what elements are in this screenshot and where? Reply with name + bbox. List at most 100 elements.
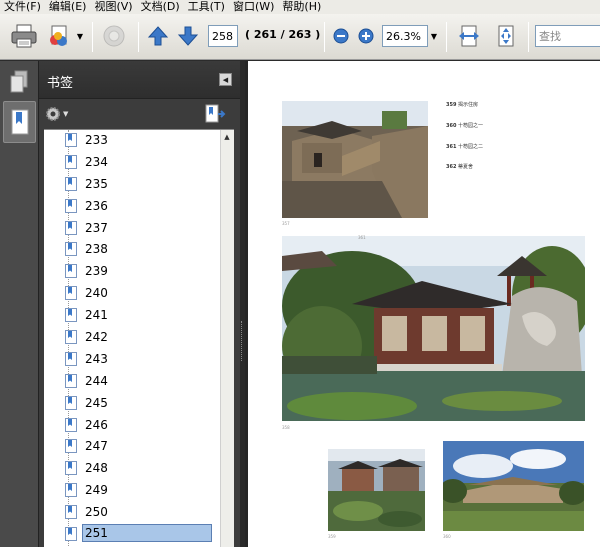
bookmark-icon [65, 242, 77, 257]
bookmark-icon [65, 264, 77, 279]
bookmarks-scrollbar[interactable]: ▲ [220, 130, 234, 547]
bookmark-icon [65, 439, 77, 454]
bookmark-item[interactable]: 248 [44, 458, 220, 480]
bookmark-label: 236 [85, 198, 108, 213]
pages-panel-icon[interactable] [5, 65, 33, 99]
options-gear-icon[interactable]: ▼ [45, 105, 75, 123]
previous-page-icon[interactable] [146, 24, 170, 48]
zoom-out-icon[interactable] [332, 27, 350, 45]
bookmark-label: 237 [85, 220, 108, 235]
bookmarks-toolbar: ▼ [39, 99, 240, 129]
bookmark-icon [65, 351, 77, 366]
document-page: 359 揭示住房 360 十笏园之一 361 十笏园之二 362 蒂夏舍 357 [248, 61, 600, 547]
bookmark-item[interactable]: 251 [44, 524, 220, 546]
bookmark-icon [65, 505, 77, 520]
bookmark-label: 242 [85, 330, 108, 345]
bookmark-item[interactable]: 233 [44, 130, 220, 152]
attach-icon[interactable] [100, 22, 128, 50]
fit-width-icon[interactable] [456, 23, 482, 49]
bookmark-list: 233 234 235 236 237 238 239 240 241 242 243 244 245 2… [44, 130, 220, 546]
bookmark-icon [65, 286, 77, 301]
bookmark-item[interactable]: 245 [44, 393, 220, 415]
photo-number-1: 357 [282, 221, 290, 226]
bookmarks-panel-header: 书签 ◀ [39, 61, 240, 99]
collaborate-dropdown-icon[interactable]: ▼ [74, 25, 86, 47]
menu-edit[interactable]: 编辑(E) [45, 0, 91, 14]
bookmark-icon [65, 373, 77, 388]
bookmark-label: 239 [85, 264, 108, 279]
bookmarks-tree: 233 234 235 236 237 238 239 240 241 242 243 244 245 2… [44, 129, 234, 547]
zoom-in-icon[interactable] [357, 27, 375, 45]
bookmark-item[interactable]: 235 [44, 174, 220, 196]
bookmark-label: 250 [85, 505, 108, 520]
bookmark-item[interactable]: 236 [44, 196, 220, 218]
bookmark-item[interactable]: 241 [44, 305, 220, 327]
bookmark-icon [65, 527, 77, 542]
search-input[interactable]: 查找 [535, 25, 600, 47]
bookmark-icon [65, 330, 77, 345]
caption-3: 361 十笏园之二 [446, 144, 484, 150]
bookmarks-panel-icon[interactable] [3, 101, 36, 143]
photo-garden-buildings [328, 449, 425, 531]
zoom-dropdown-icon[interactable]: ▼ [428, 25, 440, 47]
menu-help[interactable]: 帮助(H) [278, 0, 325, 14]
bookmark-label: 238 [85, 242, 108, 257]
bookmark-label: 246 [85, 417, 108, 432]
bookmark-item[interactable]: 234 [44, 152, 220, 174]
bookmark-item[interactable]: 239 [44, 261, 220, 283]
bookmark-label: 241 [85, 308, 108, 323]
full-screen-icon[interactable] [493, 23, 519, 49]
photo-village-landscape [443, 441, 584, 531]
bookmark-label: 233 [85, 133, 108, 147]
bookmark-item[interactable]: 249 [44, 480, 220, 502]
bookmark-label: 244 [85, 373, 108, 388]
bookmark-label: 240 [85, 286, 108, 301]
menu-view[interactable]: 视图(V) [90, 0, 136, 14]
collapse-panel-button[interactable]: ◀ [219, 73, 232, 86]
page-number-input[interactable]: 258 [208, 25, 238, 47]
menu-bar: 文件(F) 编辑(E) 视图(V) 文档(D) 工具(T) 窗口(W) 帮助(H… [0, 0, 600, 14]
bookmark-item[interactable]: 243 [44, 349, 220, 371]
bookmark-icon [65, 176, 77, 191]
bookmark-item[interactable]: 250 [44, 502, 220, 524]
bookmark-icon [65, 154, 77, 169]
bookmark-icon [65, 198, 77, 213]
bookmark-label: 249 [85, 483, 108, 498]
page-count: ( 261 / 263 ) [245, 28, 321, 41]
scroll-up-icon[interactable]: ▲ [221, 131, 233, 143]
bookmark-item[interactable]: 242 [44, 327, 220, 349]
bookmark-icon [65, 461, 77, 476]
bookmark-item[interactable]: 238 [44, 239, 220, 261]
new-bookmark-icon[interactable] [204, 104, 226, 124]
photo-stone-houses [282, 101, 428, 218]
bookmark-icon [65, 133, 77, 147]
bookmark-item[interactable]: 246 [44, 415, 220, 437]
caption-4: 362 蒂夏舍 [446, 164, 474, 170]
zoom-input[interactable]: 26.3% [382, 25, 428, 47]
bookmark-item[interactable]: 237 [44, 218, 220, 240]
caption-1: 359 揭示住房 [446, 102, 479, 108]
photo-number-4: 360 [443, 534, 451, 539]
document-view: 359 揭示住房 360 十笏园之一 361 十笏园之二 362 蒂夏舍 357 [245, 61, 600, 547]
bookmark-label: 235 [85, 176, 108, 191]
menu-tools[interactable]: 工具(T) [184, 0, 229, 14]
bookmark-item[interactable]: 240 [44, 283, 220, 305]
menu-document[interactable]: 文档(D) [137, 0, 184, 14]
bookmark-item[interactable]: 247 [44, 436, 220, 458]
menu-window[interactable]: 窗口(W) [229, 0, 278, 14]
bookmarks-panel: 书签 ◀ ▼ 233 234 235 236 237 238 239 240 241 242 243… [39, 61, 240, 547]
toolbar: ▼ 258 ( 261 / 263 ) 26.3% ▼ 查找 [0, 14, 600, 60]
bookmark-icon [65, 395, 77, 410]
next-page-icon[interactable] [176, 24, 200, 48]
photo-garden-pavilion [282, 236, 585, 421]
bookmark-label: 243 [85, 351, 108, 366]
menu-file[interactable]: 文件(F) [0, 0, 45, 14]
navigation-pane-strip [0, 61, 39, 547]
bookmark-item[interactable]: 244 [44, 371, 220, 393]
photo-number-3: 359 [328, 534, 336, 539]
photo-number-5: 361 [358, 235, 366, 240]
bookmark-icon [65, 417, 77, 432]
bookmark-label: 234 [85, 154, 108, 169]
collaborate-icon[interactable] [46, 22, 74, 50]
print-icon[interactable] [10, 22, 38, 50]
